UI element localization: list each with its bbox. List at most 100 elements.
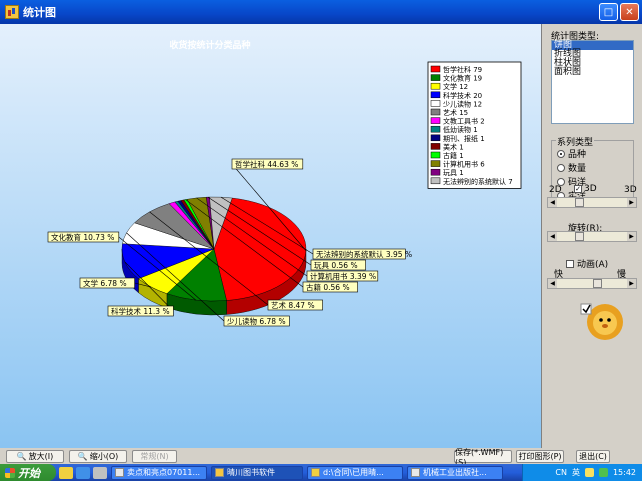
chart-title: 收货按统计分类品种: [169, 39, 250, 51]
legend-swatch: [430, 134, 441, 142]
window-titlebar[interactable]: 统计图 □ ✕: [0, 0, 642, 24]
network-icon[interactable]: [598, 468, 608, 477]
legend-entry: 低幼读物 1: [443, 125, 478, 134]
slider-thumb[interactable]: [575, 198, 584, 207]
series-radio-quantity[interactable]: 数量: [557, 161, 586, 174]
ime-indicator[interactable]: 英: [572, 467, 580, 478]
taskbar-item[interactable]: 卖点和亮点07011...: [111, 465, 207, 480]
save-button[interactable]: 保存(*.WMF)(S): [454, 448, 512, 467]
chart-canvas: 收货按统计分类品种哲学社科 44.63 % 文化教育 10.73 % 文学 6.78…: [0, 24, 542, 448]
maximize-icon: □: [603, 6, 614, 18]
label-3d: 3D: [624, 185, 637, 195]
pie-data-label: 少儿读物 6.78 %: [227, 316, 286, 326]
series-type-label: 系列类型: [556, 135, 595, 148]
zoom-out-button[interactable]: 🔍 缩小(O): [69, 450, 127, 463]
document-icon: [115, 468, 124, 477]
legend-entry: 美术 1: [443, 142, 464, 151]
legend-swatch: [430, 151, 441, 159]
windows-logo-icon: [5, 467, 15, 478]
start-button[interactable]: 开始: [0, 464, 56, 481]
slider-left-arrow-icon[interactable]: ◀: [548, 198, 557, 207]
normal-view-button[interactable]: 常规(N): [132, 450, 177, 463]
series-radio-variety[interactable]: 品种: [557, 147, 586, 160]
folder-icon: [311, 468, 320, 477]
chart-type-item[interactable]: 面积图: [552, 68, 633, 77]
maximize-button[interactable]: □: [599, 3, 618, 21]
legend-entry: 玩具 1: [443, 169, 464, 177]
legend-swatch: [430, 108, 441, 116]
app-icon: [215, 468, 224, 477]
slider-left-arrow-icon[interactable]: ◀: [548, 279, 557, 288]
pie-data-label: 玩具 0.56 %: [314, 261, 358, 270]
window-title: 统计图: [23, 6, 56, 19]
legend-entry: 文化教育 19: [443, 74, 482, 83]
taskbar-item[interactable]: d:\合同\已用晴...: [307, 465, 403, 480]
legend-entry: 无法辨别的系统默认 7: [443, 177, 513, 186]
chart-type-list[interactable]: 饼图 折线图 柱状图 面积图: [551, 40, 634, 124]
pie-data-label: 文化教育 10.73 %: [51, 232, 114, 242]
pie-data-label: 计算机用书 3.39 %: [310, 271, 376, 281]
legend-swatch: [430, 100, 441, 107]
close-button[interactable]: ✕: [620, 3, 639, 21]
chart-options-panel: 统计图类型: 饼图 折线图 柱状图 面积图 系列类型 品种 数量 码洋 实洋 2…: [542, 24, 642, 448]
clock: 15:42: [612, 468, 636, 477]
depth-slider[interactable]: ◀ ▶: [547, 197, 637, 208]
lion-mascot-icon: [580, 303, 623, 340]
slider-thumb[interactable]: [593, 279, 602, 288]
pie-data-label: 古籍 0.56 %: [306, 282, 350, 292]
language-indicator[interactable]: CN: [555, 468, 567, 477]
legend-entry: 古籍 1: [443, 151, 464, 160]
pie-data-label: 哲学社科 44.63 %: [235, 159, 298, 169]
slider-right-arrow-icon[interactable]: ▶: [627, 232, 636, 241]
exit-button[interactable]: 退出(C): [576, 450, 610, 463]
legend-swatch: [430, 160, 441, 167]
legend-entry: 计算机用书 6: [443, 160, 485, 169]
magnifier-minus-icon: 🔍: [77, 452, 88, 461]
quicklaunch-browser-icon[interactable]: [76, 466, 90, 479]
legend-swatch: [430, 177, 441, 185]
checkbox-icon: ✓: [574, 185, 582, 193]
animate-checkbox[interactable]: 动画(A): [566, 257, 608, 270]
pie-data-label: 艺术 8.47 %: [271, 300, 315, 310]
speed-slider[interactable]: ◀ ▶: [547, 278, 637, 289]
checkbox-icon: [566, 259, 574, 268]
close-icon: ✕: [625, 6, 634, 18]
moon-icon[interactable]: [584, 468, 594, 477]
pie-data-label: 科学技术 11.3 %: [111, 306, 170, 316]
legend-entry: 少儿读物 12: [443, 99, 482, 108]
radio-icon: [557, 163, 565, 172]
taskbar-item[interactable]: 机械工业出版社...: [407, 465, 503, 480]
legend-entry: 文学 12: [443, 82, 468, 91]
legend-swatch: [430, 65, 441, 73]
taskbar-item-active[interactable]: 晴川图书软件: [211, 465, 303, 480]
legend-entry: 艺术 15: [443, 108, 468, 117]
pie-chart: 收货按统计分类品种哲学社科 44.63 % 文化教育 10.73 % 文学 6.78…: [47, 39, 522, 327]
legend-entry: 科学技术 20: [443, 91, 482, 100]
legend-swatch: [430, 117, 441, 124]
quicklaunch-app-icon[interactable]: [93, 466, 107, 479]
pie-data-label: 文学 6.78 %: [83, 278, 127, 288]
print-button[interactable]: 打印图形(P): [516, 450, 564, 463]
legend-swatch: [430, 74, 441, 81]
document-icon: [411, 468, 420, 477]
quicklaunch-folder-icon[interactable]: [59, 466, 73, 479]
chart-app-icon: [5, 5, 19, 19]
legend-swatch: [430, 143, 441, 150]
legend-entry: 期刊、报纸 1: [443, 134, 485, 143]
3d-checkbox[interactable]: ✓ 3D: [574, 184, 597, 194]
slider-left-arrow-icon[interactable]: ◀: [548, 232, 557, 241]
radio-icon: [557, 149, 565, 158]
magnifier-plus-icon: 🔍: [16, 452, 27, 461]
slider-right-arrow-icon[interactable]: ▶: [627, 198, 636, 207]
legend-swatch: [430, 82, 441, 90]
pie-data-label: 无法辨别的系统默认 3.95 %: [316, 249, 412, 259]
legend-swatch: [430, 125, 441, 133]
zoom-in-button[interactable]: 🔍 放大(I): [6, 450, 64, 463]
rotate-slider[interactable]: ◀ ▶: [547, 231, 637, 242]
slider-right-arrow-icon[interactable]: ▶: [627, 279, 636, 288]
legend-entry: 哲学社科 79: [443, 65, 482, 74]
label-2d: 2D: [549, 185, 562, 195]
legend-swatch: [430, 168, 441, 176]
system-tray: CN 英 15:42: [522, 464, 642, 481]
slider-thumb[interactable]: [575, 232, 584, 241]
